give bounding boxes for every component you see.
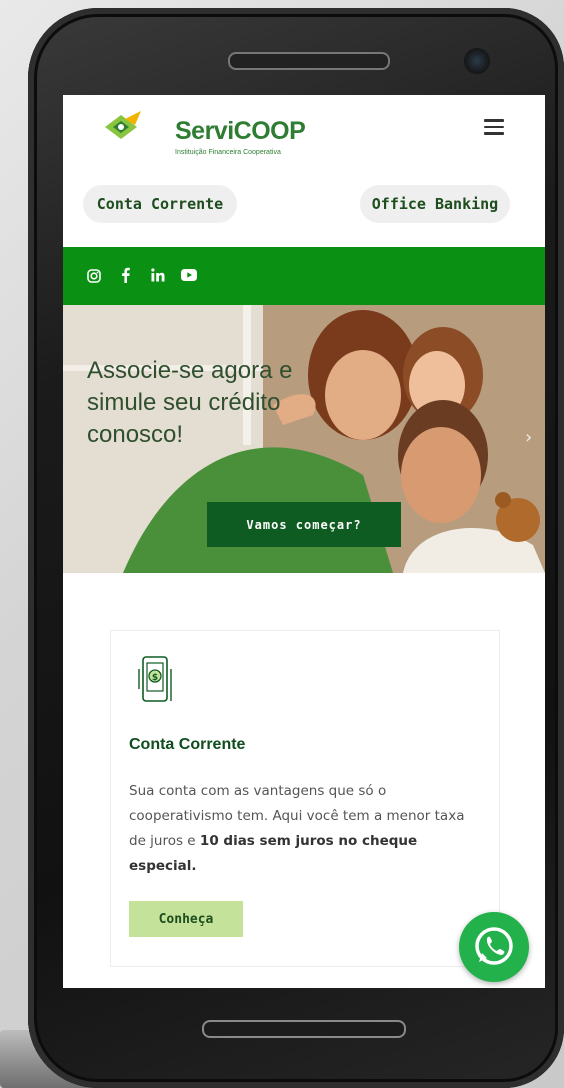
chevron-right-icon[interactable]: › (525, 427, 532, 448)
office-banking-link[interactable]: Office Banking (360, 185, 510, 223)
brand-name: ServiCOOP (175, 117, 306, 145)
card-description: Sua conta com as vantagens que só o coop… (129, 779, 479, 879)
phone-speaker (228, 52, 390, 70)
youtube-icon[interactable] (181, 269, 197, 281)
whatsapp-icon (475, 927, 513, 965)
linkedin-icon[interactable] (151, 268, 165, 282)
brand-tagline: Instituição Financeira Cooperativa (175, 149, 281, 156)
conheca-button[interactable]: Conheça (129, 901, 243, 937)
hamburger-icon[interactable] (481, 115, 507, 139)
conta-corrente-link[interactable]: Conta Corrente (83, 185, 237, 223)
phone-screen: ServiCOOP Instituição Financeira Coopera… (63, 95, 545, 988)
logo-mark-icon (105, 111, 141, 139)
whatsapp-button[interactable] (459, 912, 529, 982)
hero-banner: Associe-se agora e simule seu crédito co… (63, 305, 545, 573)
instagram-icon[interactable] (87, 269, 101, 283)
conta-corrente-card: $ Conta Corrente Sua conta com as vantag… (110, 630, 500, 967)
svg-text:$: $ (152, 673, 158, 683)
phone-camera (464, 48, 490, 74)
hero-headline: Associe-se agora e simule seu crédito co… (87, 357, 293, 448)
site-header: ServiCOOP Instituição Financeira Coopera… (63, 95, 545, 175)
vamos-comecar-button[interactable]: Vamos começar? (207, 502, 401, 547)
phone-home-bar (202, 1020, 406, 1038)
mobile-money-icon: $ (138, 656, 172, 702)
social-bar (63, 247, 545, 305)
card-title: Conta Corrente (129, 736, 246, 753)
facebook-icon[interactable] (121, 267, 130, 283)
servicoop-logo[interactable]: ServiCOOP Instituição Financeira Coopera… (99, 107, 306, 156)
